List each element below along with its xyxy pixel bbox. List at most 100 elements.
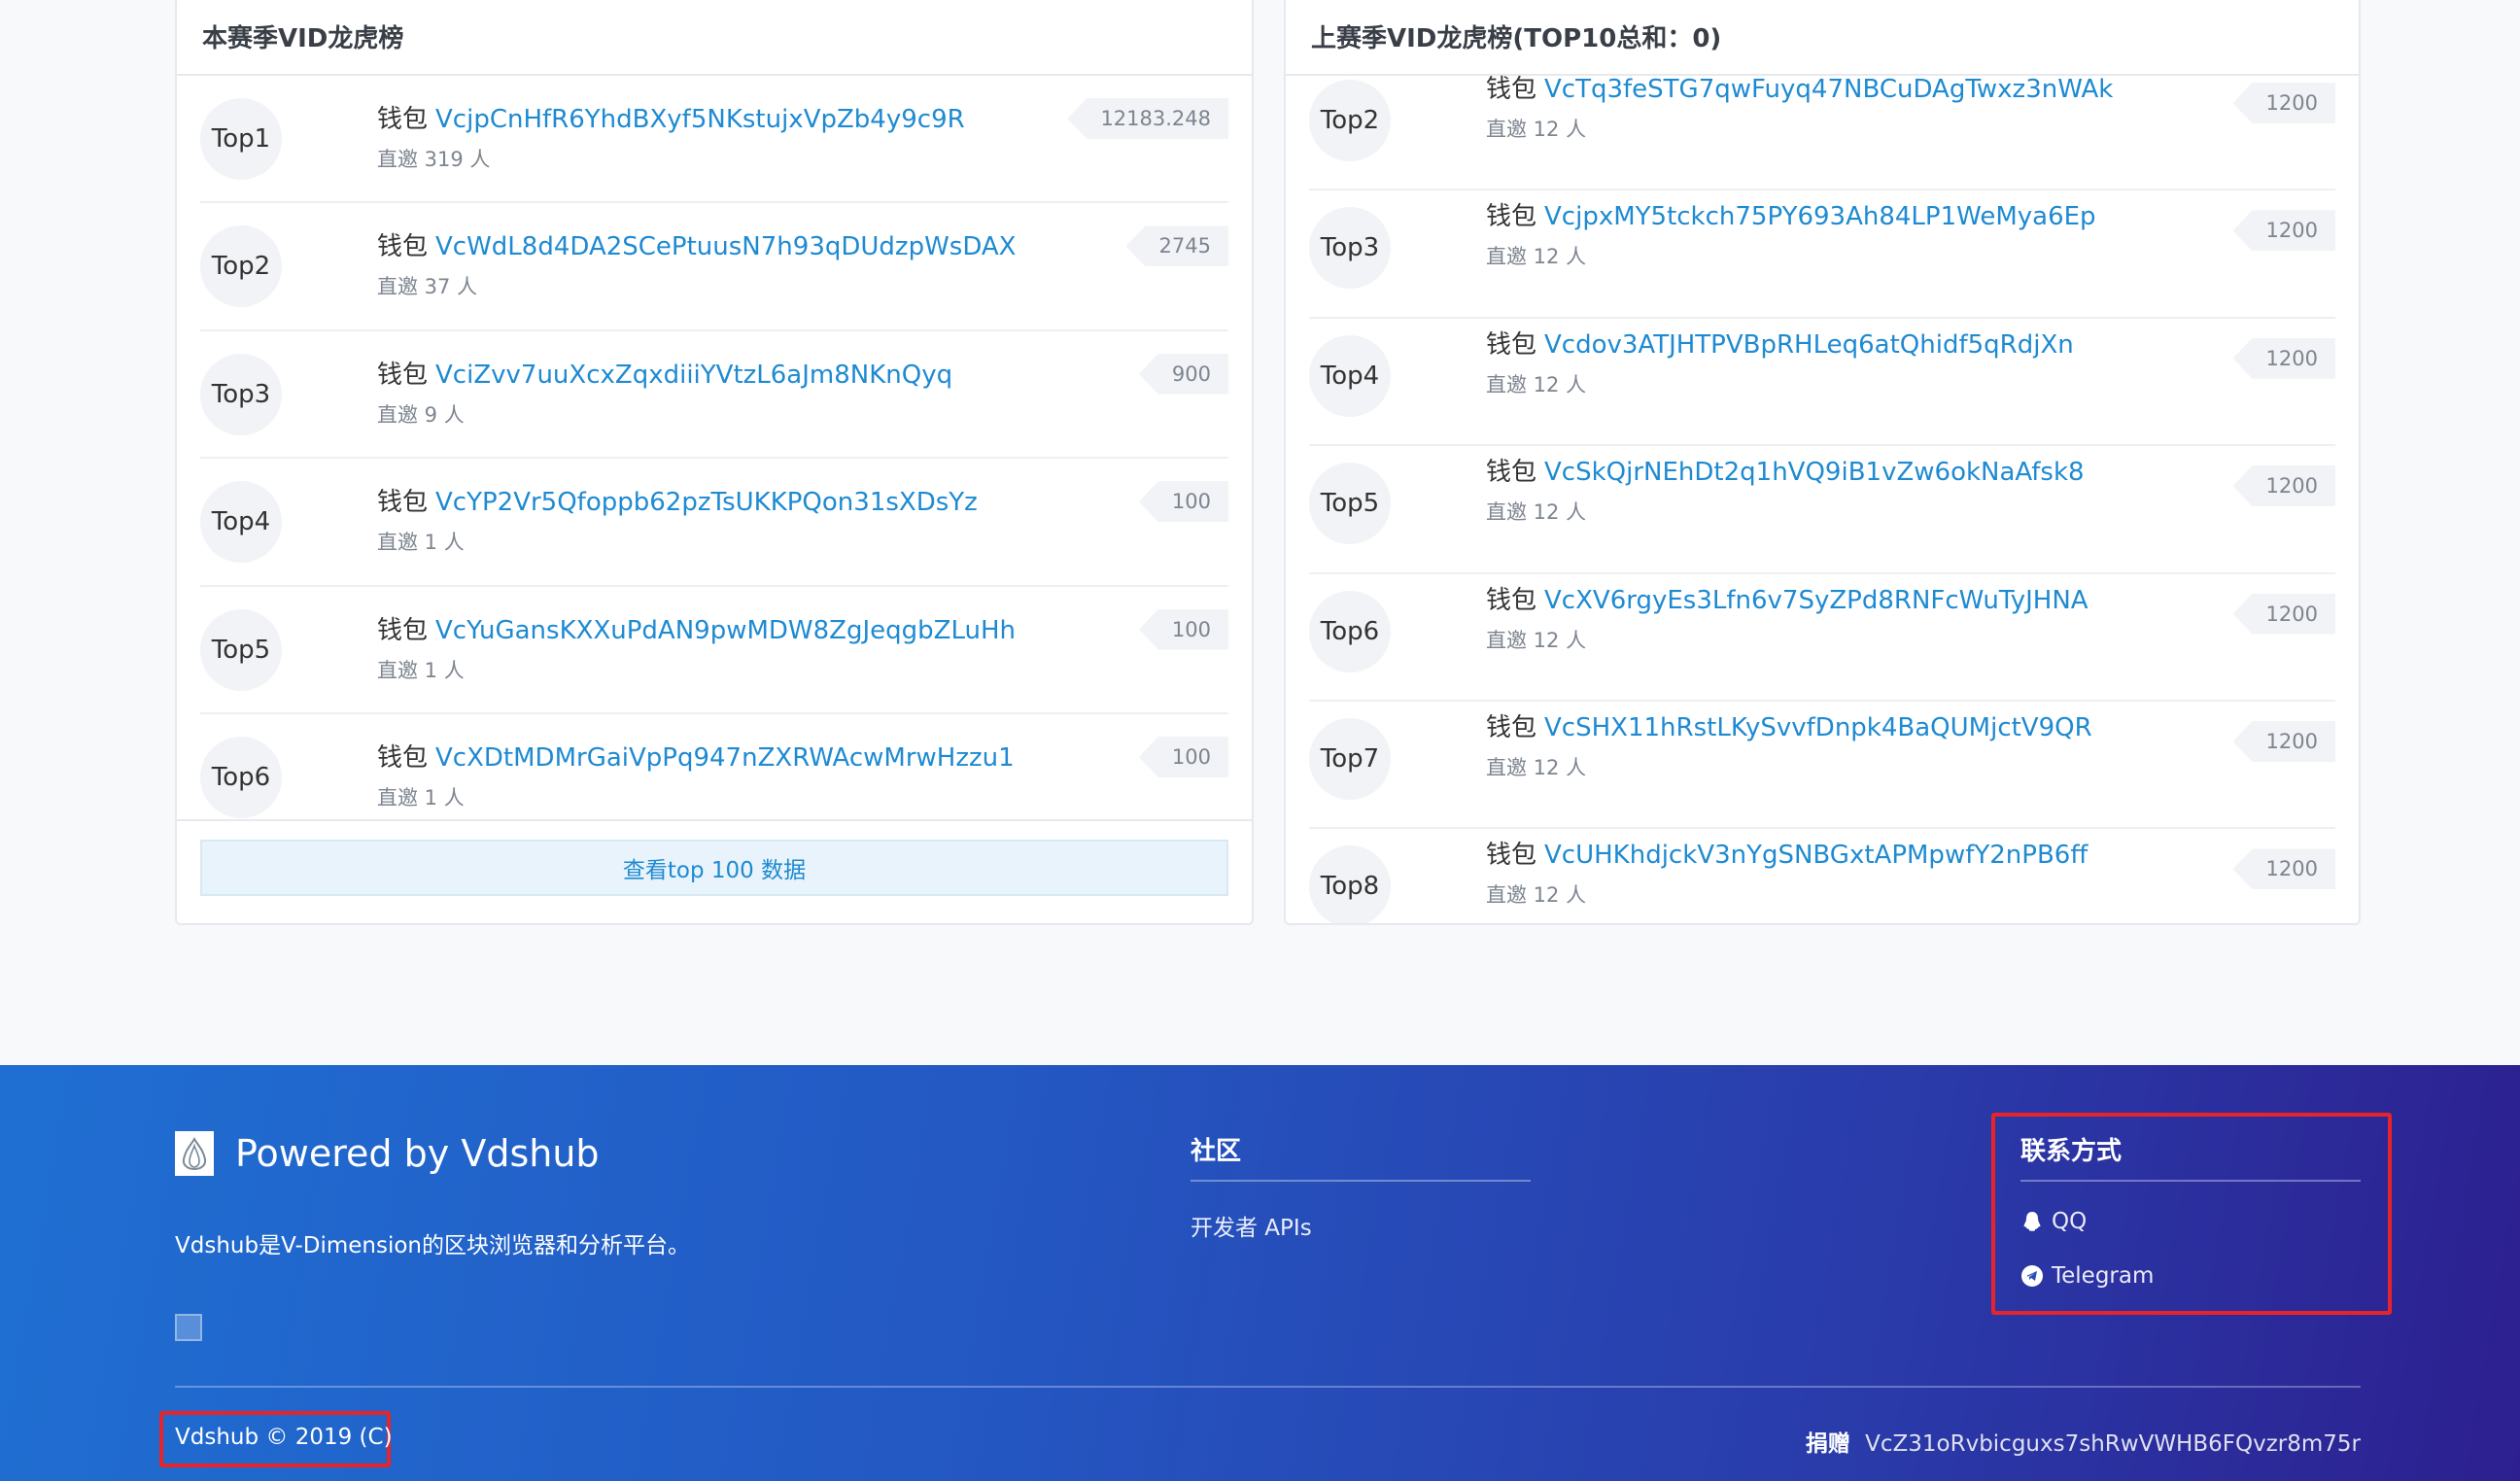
leaderboard-row: Top4 钱包 VcYP2Vr5Qfoppb62pzTsUKKPQon31sXDsY… — [200, 459, 1228, 587]
divider — [177, 819, 1252, 821]
site-footer: Powered by Vdshub Vdshub是V-Dimension的区块浏… — [0, 1065, 2520, 1481]
wallet-label: 钱包 — [377, 232, 429, 262]
wallet-label: 钱包 — [377, 742, 429, 773]
score-badge: 1200 — [2232, 465, 2335, 507]
small-logo-icon — [175, 1314, 202, 1341]
wallet-address-link[interactable]: VcWdL8d4DA2SCePtuusN7h93qDUdzpWsDAX — [435, 232, 1016, 261]
leaderboard-row: Top6 钱包 VcXDtMDMrGaiVpPq947nZXRWAcwMrwHzzu… — [200, 714, 1228, 843]
wallet-address-link[interactable]: VcUHKhdjckV3nYgSNBGxtAPMpwfY2nPB6ff — [1544, 841, 2088, 870]
rank-badge: Top6 — [200, 736, 282, 818]
score-badge: 100 — [1138, 608, 1228, 650]
wallet-address-link[interactable]: VcYuGansKXXuPdAN9pwMDW8ZgJeqgbZLuHh — [435, 616, 1016, 645]
last-season-leaderboard: 上赛季VID龙虎榜(TOP10总和：0) Top2 钱包 VcTq3feSTG7qw… — [1284, 0, 2361, 925]
wallet-line: 钱包 VcjpCnHfR6YhdBXyf5NKstujxVpZb4y9c9R — [377, 99, 965, 135]
community-title: 社区 — [1191, 1137, 1242, 1166]
leaderboard-row: Top1 钱包 VcjpCnHfR6YhdBXyf5NKstujxVpZb4y9c9… — [200, 76, 1228, 204]
score-badge: 100 — [1138, 736, 1228, 777]
copyright: Vdshub © 2019 (C) — [175, 1425, 393, 1450]
qq-link[interactable]: QQ — [2020, 1209, 2087, 1234]
wallet-label: 钱包 — [1486, 841, 1537, 871]
divider — [2020, 1180, 2361, 1182]
brand-title: Powered by Vdshub — [235, 1132, 600, 1175]
wallet-address-link[interactable]: VciZvv7uuXcxZqxdiiiYVtzL6aJm8NKnQyq — [435, 361, 952, 390]
score-badge: 900 — [1138, 353, 1228, 395]
direct-invite-count: 直邀 1 人 — [377, 531, 465, 555]
score-badge: 100 — [1138, 481, 1228, 523]
direct-invite-count: 直邀 12 人 — [1486, 883, 1587, 908]
wallet-line: 钱包 VciZvv7uuXcxZqxdiiiYVtzL6aJm8NKnQyq — [377, 355, 952, 391]
leaderboard-list: Top1 钱包 VcjpCnHfR6YhdBXyf5NKstujxVpZb4y9c9… — [200, 76, 1228, 843]
wallet-label: 钱包 — [377, 105, 429, 134]
donate-label: 捐赠 — [1805, 1431, 1850, 1457]
wallet-label: 钱包 — [1486, 585, 1537, 615]
leaderboard-row: Top6 钱包 VcXV6rgyEs3Lfn6v7SyZPd8RNFcWuTyJHN… — [1309, 574, 2335, 702]
rank-badge: Top8 — [1309, 845, 1391, 923]
rank-badge: Top2 — [200, 225, 282, 308]
wallet-label: 钱包 — [1486, 712, 1537, 742]
vdshub-logo-icon — [175, 1131, 214, 1176]
rank-badge: Top1 — [200, 98, 282, 180]
direct-invite-count: 直邀 1 人 — [377, 658, 465, 682]
leaderboard-row: Top5 钱包 VcYuGansKXXuPdAN9pwMDW8ZgJeqgbZLuH… — [200, 587, 1228, 714]
score-badge: 1200 — [2232, 83, 2335, 123]
contact-title: 联系方式 — [2020, 1137, 2123, 1166]
rank-badge: Top7 — [1309, 717, 1391, 800]
rank-badge: Top5 — [1309, 463, 1391, 545]
telegram-icon — [2021, 1265, 2043, 1287]
telegram-link[interactable]: Telegram — [2020, 1263, 2154, 1289]
wallet-line: 钱包 VcWdL8d4DA2SCePtuusN7h93qDUdzpWsDAX — [377, 226, 1016, 262]
wallet-line: 钱包 VcXV6rgyEs3Lfn6v7SyZPd8RNFcWuTyJHNA — [1486, 580, 2088, 616]
score-badge: 1200 — [2232, 593, 2335, 635]
leaderboard-row: Top5 钱包 VcSkQjrNEhDt2q1hVQ9iB1vZw6okNaAfsk… — [1309, 446, 2335, 574]
wallet-line: 钱包 VcjpxMY5tckch75PY693Ah84LP1WeMya6Ep — [1486, 196, 2096, 232]
wallet-label: 钱包 — [377, 488, 429, 518]
rank-badge: Top3 — [200, 353, 282, 435]
wallet-label: 钱包 — [1486, 329, 1537, 360]
rank-badge: Top5 — [200, 608, 282, 691]
view-top100-button[interactable]: 查看top 100 数据 — [200, 840, 1228, 896]
wallet-line: 钱包 VcTq3feSTG7qwFuyq47NBCuDAgTwxz3nWAk — [1486, 69, 2113, 105]
wallet-label: 钱包 — [377, 615, 429, 645]
direct-invite-count: 直邀 12 人 — [1486, 118, 1587, 141]
rank-badge: Top4 — [200, 481, 282, 564]
wallet-address-link[interactable]: VcTq3feSTG7qwFuyq47NBCuDAgTwxz3nWAk — [1544, 75, 2113, 104]
wallet-address-link[interactable]: VcYP2Vr5Qfoppb62pzTsUKKPQon31sXDsYz — [435, 488, 978, 517]
brand-description: Vdshub是V-Dimension的区块浏览器和分析平台。 — [175, 1233, 691, 1258]
wallet-address-link[interactable]: VcSHX11hRstLKySvvfDnpk4BaQUMjctV9QR — [1544, 713, 2092, 742]
telegram-label: Telegram — [2052, 1263, 2155, 1289]
panel-title: 本赛季VID龙虎榜 — [177, 0, 1252, 76]
rank-badge: Top3 — [1309, 207, 1391, 290]
wallet-label: 钱包 — [1486, 75, 1537, 104]
leaderboard-list: Top2 钱包 VcTq3feSTG7qwFuyq47NBCuDAgTwxz3nWA… — [1309, 63, 2335, 923]
rank-badge: Top2 — [1309, 80, 1391, 161]
qq-label: QQ — [2052, 1209, 2088, 1234]
direct-invite-count: 直邀 319 人 — [377, 148, 491, 171]
leaderboard-row: Top8 钱包 VcUHKhdjckV3nYgSNBGxtAPMpwfY2nPB6f… — [1309, 829, 2335, 923]
wallet-label: 钱包 — [1486, 202, 1537, 232]
leaderboard-row: Top2 钱包 VcTq3feSTG7qwFuyq47NBCuDAgTwxz3nWA… — [1309, 63, 2335, 191]
direct-invite-count: 直邀 12 人 — [1486, 245, 1587, 269]
score-badge: 12183.248 — [1067, 98, 1228, 139]
leaderboard-row: Top4 钱包 Vcdov3ATJHTPVBpRHLeq6atQhidf5qRdjX… — [1309, 319, 2335, 447]
divider — [175, 1386, 2361, 1388]
wallet-address-link[interactable]: VcXV6rgyEs3Lfn6v7SyZPd8RNFcWuTyJHNA — [1544, 586, 2088, 615]
score-badge: 2745 — [1125, 225, 1228, 267]
wallet-address-link[interactable]: VcjpxMY5tckch75PY693Ah84LP1WeMya6Ep — [1544, 202, 2096, 231]
donate-address[interactable]: VcZ31oRvbicguxs7shRwVWHB6FQvzr8m75r — [1865, 1431, 2361, 1457]
direct-invite-count: 直邀 37 人 — [377, 275, 478, 299]
wallet-line: 钱包 VcSHX11hRstLKySvvfDnpk4BaQUMjctV9QR — [1486, 707, 2092, 743]
wallet-address-link[interactable]: Vcdov3ATJHTPVBpRHLeq6atQhidf5qRdjXn — [1544, 330, 2074, 360]
direct-invite-count: 直邀 9 人 — [377, 402, 465, 427]
score-badge: 1200 — [2232, 720, 2335, 762]
rank-badge: Top6 — [1309, 590, 1391, 672]
wallet-line: 钱包 VcXDtMDMrGaiVpPq947nZXRWAcwMrwHzzu1 — [377, 738, 1015, 774]
wallet-line: 钱包 VcUHKhdjckV3nYgSNBGxtAPMpwfY2nPB6ff — [1486, 835, 2088, 871]
leaderboard-row: Top2 钱包 VcWdL8d4DA2SCePtuusN7h93qDUdzpWsDA… — [200, 203, 1228, 331]
brand[interactable]: Powered by Vdshub — [175, 1131, 600, 1176]
wallet-address-link[interactable]: VcjpCnHfR6YhdBXyf5NKstujxVpZb4y9c9R — [435, 105, 965, 134]
wallet-address-link[interactable]: VcXDtMDMrGaiVpPq947nZXRWAcwMrwHzzu1 — [435, 743, 1015, 773]
wallet-address-link[interactable]: VcSkQjrNEhDt2q1hVQ9iB1vZw6okNaAfsk8 — [1544, 458, 2085, 487]
wallet-label: 钱包 — [377, 360, 429, 390]
rank-badge: Top4 — [1309, 334, 1391, 417]
developer-apis-link[interactable]: 开发者 APIs — [1191, 1209, 1312, 1242]
